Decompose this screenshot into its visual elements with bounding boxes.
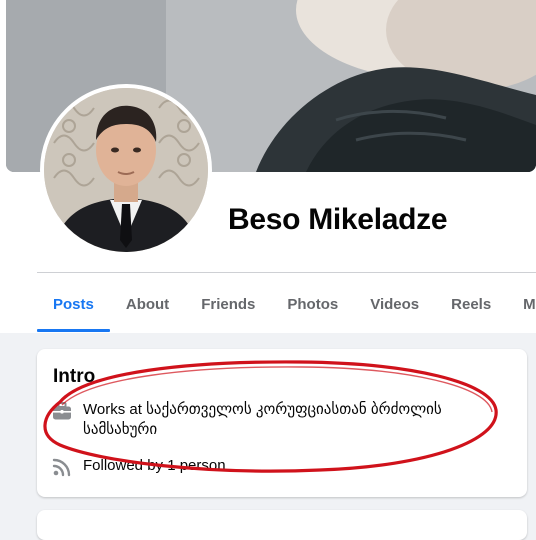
rss-feed-icon bbox=[52, 458, 71, 477]
tab-more[interactable]: More bbox=[507, 276, 536, 332]
intro-followers-row[interactable]: Followed by 1 person bbox=[51, 456, 473, 478]
tab-friends[interactable]: Friends bbox=[185, 276, 271, 332]
profile-avatar[interactable] bbox=[40, 84, 212, 256]
profile-tabs: Posts About Friends Photos Videos Reels … bbox=[37, 276, 536, 332]
tab-reels[interactable]: Reels bbox=[435, 276, 507, 332]
profile-avatar-image bbox=[44, 88, 208, 252]
next-card bbox=[37, 510, 527, 540]
intro-card: Intro Works at საქართველოს კორუფციასთან … bbox=[37, 349, 527, 497]
intro-work-text: Works at საქართველოს კორუფციასთან ბრძოლი… bbox=[83, 401, 442, 438]
tab-posts[interactable]: Posts bbox=[37, 276, 110, 332]
tab-about[interactable]: About bbox=[110, 276, 185, 332]
tab-photos[interactable]: Photos bbox=[271, 276, 354, 332]
intro-work-row: Works at საქართველოს კორუფციასთან ბრძოლი… bbox=[51, 400, 473, 440]
profile-header: Beso Mikeladze Posts About Friends Photo… bbox=[0, 0, 536, 333]
briefcase-icon bbox=[53, 402, 71, 420]
profile-name: Beso Mikeladze bbox=[228, 203, 448, 236]
intro-followers-text: Followed by 1 person bbox=[83, 457, 226, 474]
header-divider bbox=[37, 272, 536, 273]
intro-title: Intro bbox=[53, 366, 96, 387]
tab-videos[interactable]: Videos bbox=[354, 276, 435, 332]
